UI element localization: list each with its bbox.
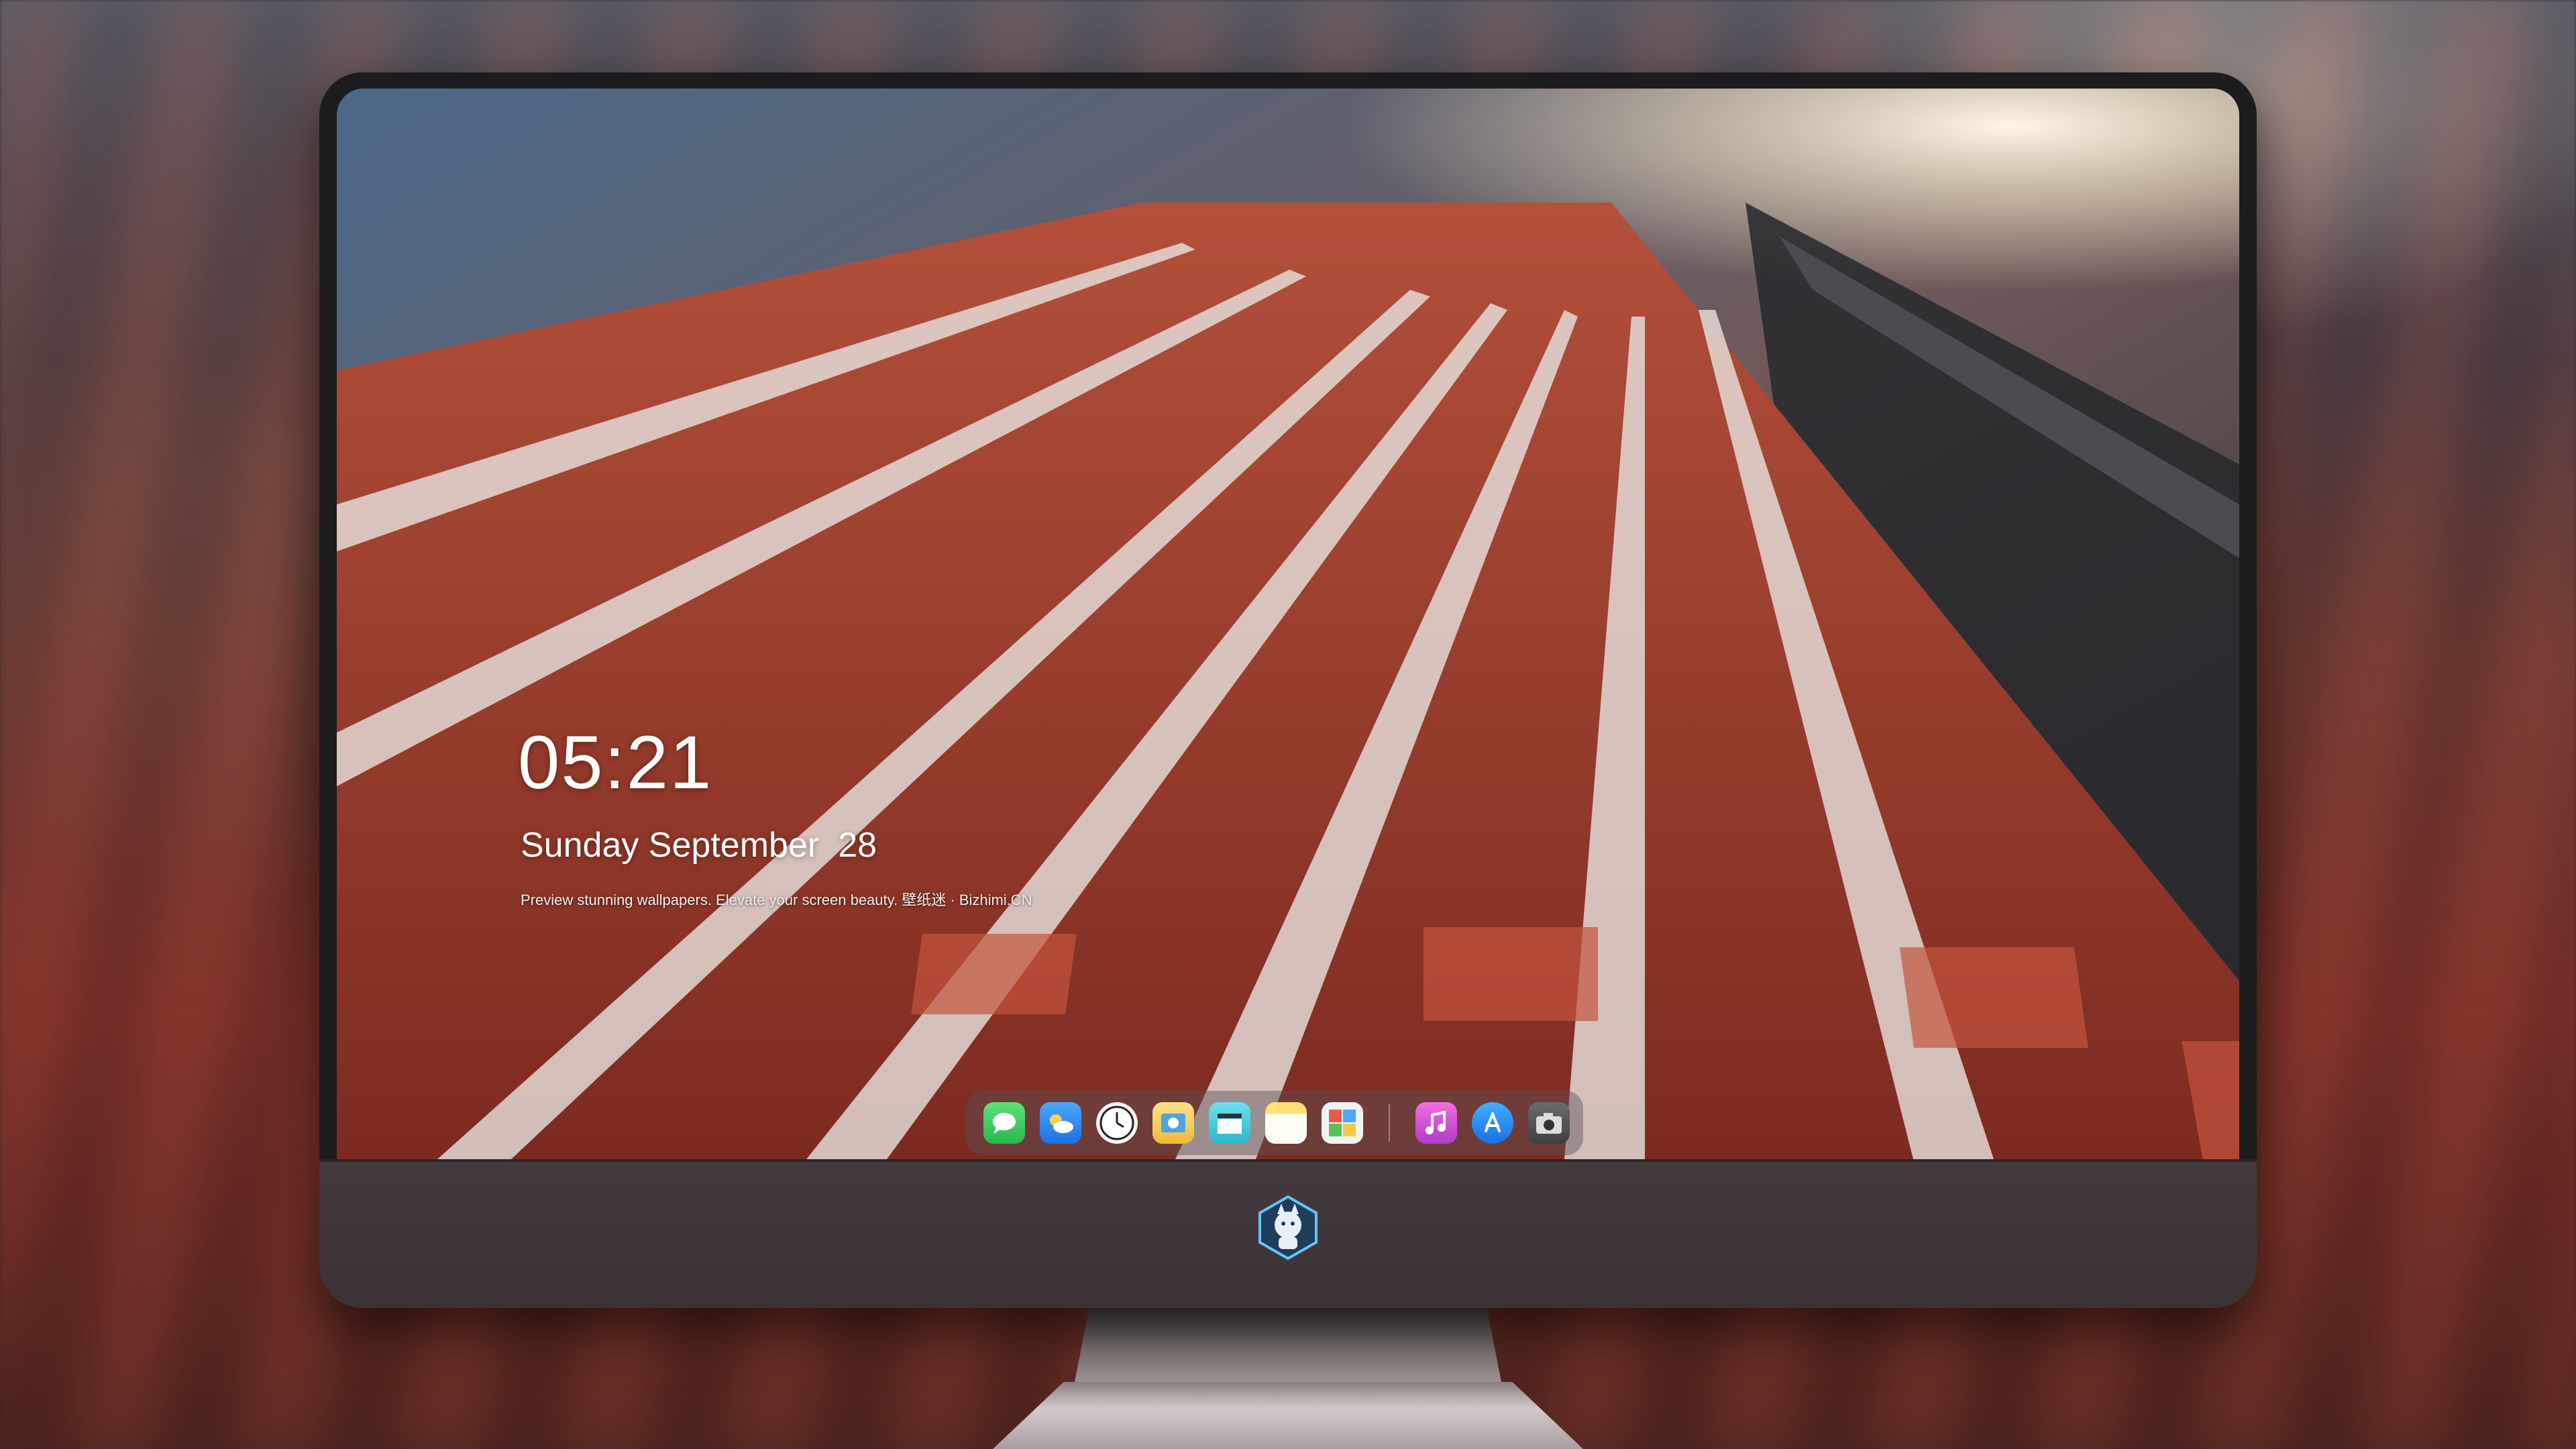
preview-icon[interactable] [1152,1102,1194,1144]
date-day: 28 [838,826,877,865]
music-icon[interactable] [1415,1102,1457,1144]
notes-icon[interactable] [1265,1102,1307,1144]
desktop-screen: 05:21 Sunday September 28 Preview stunnin… [337,89,2239,1159]
monitor-stand-base [993,1382,1583,1449]
dock [966,1091,1583,1155]
monitor-chin [319,1159,2257,1308]
lockscreen-clock: 05:21 [518,720,713,804]
claquette-video-icon[interactable] [1209,1102,1250,1144]
photo-booth-icon[interactable] [1322,1102,1363,1144]
camera-icon[interactable] [1528,1102,1570,1144]
weather-icon[interactable] [1040,1102,1081,1144]
wallpaper-caption: Preview stunning wallpapers. Elevate you… [521,892,1032,908]
monitor-stand-neck [1073,1301,1503,1389]
brick-wall-wallpaper [337,89,2239,1159]
lockscreen-date: Sunday September 28 [521,825,877,865]
app-store-icon[interactable] [1472,1102,1513,1144]
monitor: 05:21 Sunday September 28 Preview stunnin… [319,72,2257,1308]
dock-separator [1389,1104,1390,1142]
clock-icon[interactable] [1096,1102,1138,1144]
date-weekday-month: Sunday September [521,826,820,865]
messages-icon[interactable] [983,1102,1025,1144]
mascot-logo-icon [1258,1195,1318,1260]
